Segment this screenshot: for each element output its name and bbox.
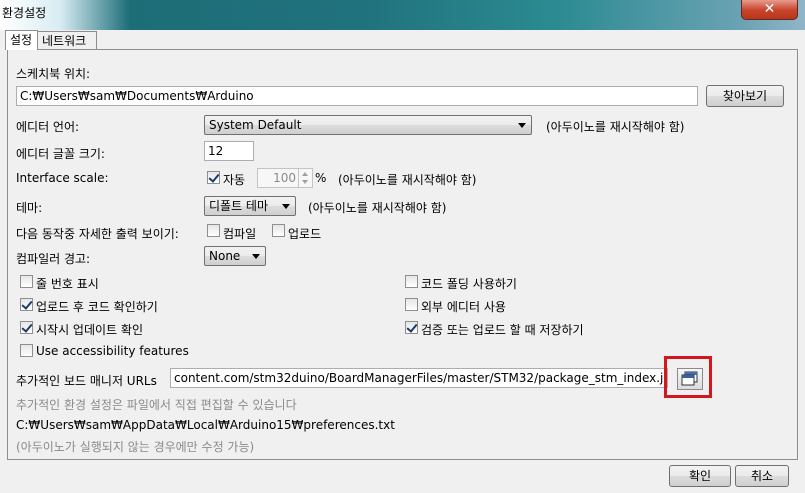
tab-network[interactable]: 네트워크 [37,31,97,49]
interface-scale-note: (아두이노를 재시작해야 함) [338,173,477,187]
close-icon: ✕ [763,1,776,17]
editor-language-note: (아두이노를 재시작해야 함) [546,120,685,134]
board-manager-urls-input[interactable]: content.com/stm32duino/BoardManagerFiles… [170,368,668,388]
highlight-box [664,356,712,398]
spinner-buttons[interactable] [298,169,312,187]
interface-scale-label: Interface scale: [16,171,109,185]
browse-button[interactable]: 찾아보기 [706,85,784,107]
sketchbook-location-label: 스케치북 위치: [16,67,91,81]
external-editor-checkbox[interactable] [405,298,418,311]
show-line-numbers-label: 줄 번호 표시 [36,277,99,291]
font-size-input[interactable]: 12 [204,141,254,161]
save-on-verify-label: 검증 또는 업로드 할 때 저장하기 [421,323,584,337]
code-folding-checkbox[interactable] [405,275,418,288]
interface-scale-auto-checkbox[interactable] [207,171,220,184]
cancel-button[interactable]: 취소 [735,465,789,487]
theme-note: (아두이노를 재시작해야 함) [308,201,447,215]
close-button[interactable]: ✕ [741,0,798,20]
accessibility-label: Use accessibility features [36,344,189,358]
settings-panel: 스케치북 위치: C:₩Users₩sam₩Documents₩Arduino … [7,49,798,460]
show-line-numbers-checkbox[interactable] [20,275,33,288]
check-updates-label: 시작시 업데이트 확인 [36,323,143,337]
interface-scale-auto-label: 자동 [223,173,246,187]
compiler-warnings-label: 컴파일러 경고: [16,252,91,266]
sketchbook-path-input[interactable]: C:₩Users₩sam₩Documents₩Arduino [16,86,698,106]
editor-language-label: 에디터 언어: [16,120,80,134]
accessibility-checkbox[interactable] [20,344,33,357]
theme-value: 디폴트 테마 [209,199,269,213]
chevron-down-icon [252,254,260,259]
preferences-dialog: 설정 네트워크 스케치북 위치: C:₩Users₩sam₩Documents₩… [2,30,803,493]
verbose-compile-checkbox[interactable] [207,224,220,237]
verify-after-upload-label: 업로드 후 코드 확인하기 [36,300,158,314]
chevron-up-icon [302,172,308,176]
interface-scale-unit: % [315,171,327,185]
theme-label: 테마: [16,201,43,215]
code-folding-label: 코드 폴딩 사용하기 [421,277,517,291]
ok-button[interactable]: 확인 [669,465,731,487]
editor-language-select[interactable]: System Default [204,115,532,135]
verbose-upload-label: 업로드 [288,227,322,241]
compiler-warnings-value: None [209,249,241,263]
chevron-down-icon [282,204,290,209]
verbose-upload-checkbox[interactable] [272,224,285,237]
font-size-label: 에디터 글꼴 크기: [16,147,105,161]
interface-scale-value: 100 [273,171,296,185]
more-preferences-note: 추가적인 환경 설정은 파일에서 직접 편집할 수 있습니다 [16,398,297,412]
verbose-output-label: 다음 동작중 자세한 출력 보이기: [16,227,179,241]
verify-after-upload-checkbox[interactable] [20,298,33,311]
theme-select[interactable]: 디폴트 테마 [204,196,296,216]
tab-settings[interactable]: 설정 [5,30,38,50]
editor-language-value: System Default [209,118,302,132]
window-title: 환경설정 [2,6,47,20]
edit-only-when-closed-note: (아두이노가 실행되지 않는 경우에만 수정 가능) [16,440,255,454]
title-bar: 환경설정 ✕ [0,0,805,30]
preferences-file-path: C:₩Users₩sam₩AppData₩Local₩Arduino15₩pre… [16,418,395,432]
board-manager-urls-label: 추가적인 보드 매니저 URLs [16,374,157,388]
check-updates-checkbox[interactable] [20,321,33,334]
compiler-warnings-select[interactable]: None [204,246,266,266]
chevron-down-icon [518,123,526,128]
verbose-compile-label: 컴파일 [223,227,257,241]
chevron-down-icon [302,180,308,184]
save-on-verify-checkbox[interactable] [405,321,418,334]
interface-scale-spinner[interactable]: 100 [257,168,313,188]
external-editor-label: 외부 에디터 사용 [421,300,506,314]
